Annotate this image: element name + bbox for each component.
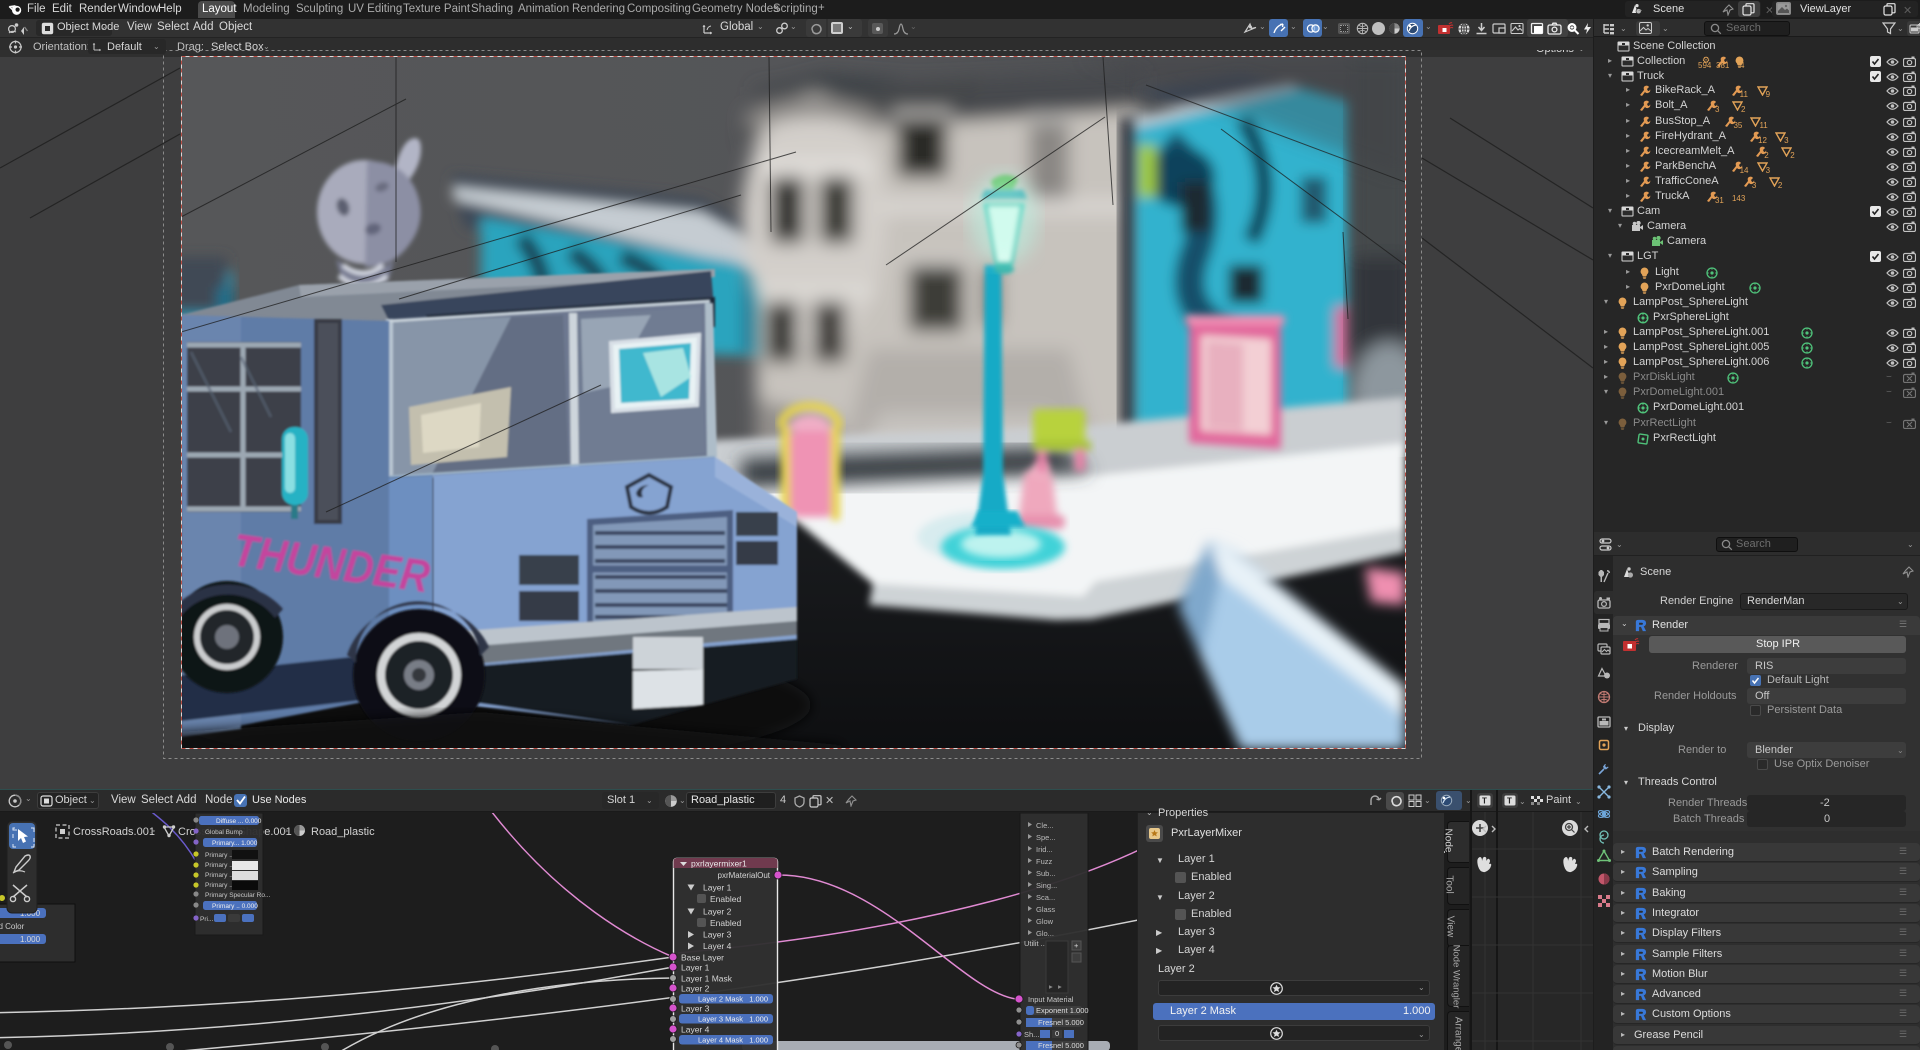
svg-text:+: + — [1074, 941, 1079, 950]
svg-text:CrossRoads.001: CrossRoads.001 — [73, 826, 155, 838]
svg-text:1.000: 1.000 — [749, 1015, 768, 1024]
svg-text:Primary Specular Ro...: Primary Specular Ro... — [205, 892, 271, 899]
svg-text:pxrMaterialOut: pxrMaterialOut — [718, 871, 771, 880]
svg-text:Layer 4: Layer 4 — [681, 1025, 710, 1035]
svg-text:Fresnel 5.000: Fresnel 5.000 — [1038, 1018, 1084, 1027]
svg-text:▸: ▸ — [1049, 982, 1053, 991]
svg-text:Sh...: Sh... — [1024, 1030, 1039, 1039]
svg-text:Base Layer: Base Layer — [681, 953, 724, 963]
svg-text:Input Material: Input Material — [1028, 995, 1074, 1004]
svg-text:Primary ...: Primary ... — [205, 862, 235, 869]
svg-text:Layer 4 Mask: Layer 4 Mask — [698, 1036, 743, 1045]
svg-text:Glow: Glow — [1036, 917, 1054, 926]
svg-text:Enabled: Enabled — [710, 918, 741, 928]
svg-text:T: T — [1482, 797, 1487, 806]
svg-text:1.000: 1.000 — [20, 935, 41, 944]
svg-text:Layer 2 Mask: Layer 2 Mask — [698, 995, 743, 1004]
svg-text:Primary .. 0.000: Primary .. 0.000 — [212, 903, 258, 910]
svg-text:Layer 4: Layer 4 — [703, 941, 732, 951]
svg-text:>: > — [150, 826, 155, 836]
svg-text:Layer 2: Layer 2 — [703, 907, 732, 917]
svg-text:Layer 1: Layer 1 — [681, 963, 710, 973]
svg-text:Primary ...: Primary ... — [205, 872, 235, 879]
svg-text:Sca...: Sca... — [1036, 893, 1055, 902]
svg-text:Primary ...: Primary ... — [205, 882, 235, 889]
svg-text:0: 0 — [1055, 1029, 1059, 1038]
svg-text:Utilit ...: Utilit ... — [1024, 939, 1047, 948]
svg-text:T: T — [1507, 797, 1512, 806]
svg-text:Primary ...: Primary ... — [205, 852, 235, 859]
svg-text:▸: ▸ — [1058, 982, 1062, 991]
svg-text:pxrlayermixer1: pxrlayermixer1 — [691, 859, 747, 869]
svg-text:Layer 1 Mask: Layer 1 Mask — [681, 974, 733, 984]
svg-text:1.000: 1.000 — [749, 995, 768, 1004]
svg-text:Glass: Glass — [1036, 905, 1055, 914]
svg-text:Layer 3: Layer 3 — [703, 930, 732, 940]
svg-text:>: > — [283, 826, 288, 836]
svg-text:Sub...: Sub... — [1036, 869, 1056, 878]
svg-text:Fresnel 5.000: Fresnel 5.000 — [1038, 1041, 1084, 1050]
svg-text:Spe...: Spe... — [1036, 833, 1056, 842]
svg-text:Sing...: Sing... — [1036, 881, 1057, 890]
svg-text:Layer 1: Layer 1 — [703, 883, 732, 893]
svg-text:Diffuse ... 0.000: Diffuse ... 0.000 — [216, 818, 262, 825]
svg-text:Exponent 1.000: Exponent 1.000 — [1036, 1006, 1089, 1015]
svg-text:Global Bump: Global Bump — [205, 829, 243, 836]
svg-text:Enabled: Enabled — [710, 894, 741, 904]
svg-text:Layer 3: Layer 3 — [681, 1004, 710, 1014]
svg-text:Irid...: Irid... — [1036, 845, 1053, 854]
svg-text:Glo...: Glo... — [1036, 929, 1054, 938]
svg-text:Layer 3 Mask: Layer 3 Mask — [698, 1015, 743, 1024]
svg-text:Primary... 1.000: Primary... 1.000 — [212, 840, 258, 847]
svg-text:nd Color: nd Color — [0, 922, 25, 931]
svg-text:Layer 2: Layer 2 — [681, 984, 710, 994]
svg-text:Pri...: Pri... — [200, 916, 214, 923]
svg-text:Road_plastic: Road_plastic — [311, 826, 375, 838]
svg-text:1.000: 1.000 — [749, 1036, 768, 1045]
svg-text:Fuzz: Fuzz — [1036, 857, 1053, 866]
svg-text:Cle...: Cle... — [1036, 821, 1054, 830]
